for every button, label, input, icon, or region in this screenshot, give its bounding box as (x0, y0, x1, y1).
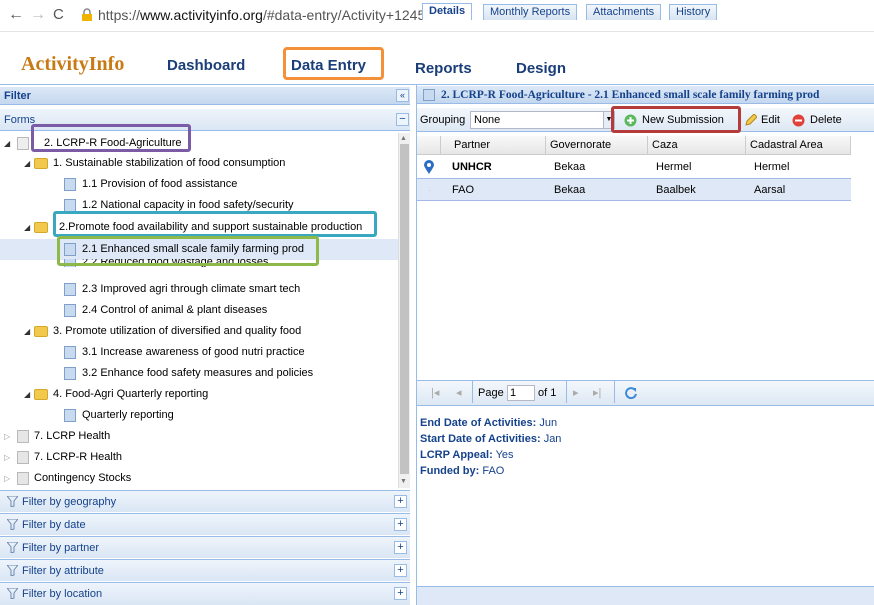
edit-button[interactable]: Edit (761, 114, 780, 126)
filter-title: Filter (4, 90, 31, 102)
cell-cadastral: Aarsal (754, 184, 786, 196)
grouping-label: Grouping (420, 114, 466, 126)
tree-item[interactable]: ◢ 4. Food-Agri Quarterly reporting (0, 384, 398, 405)
filter-by-geography[interactable]: Filter by geography + (0, 490, 410, 512)
cell-governorate: Bekaa (554, 184, 586, 196)
last-page-icon[interactable]: ▸| (593, 386, 601, 399)
form-icon (423, 89, 435, 101)
page-input[interactable]: 1 (507, 385, 535, 401)
tree-item[interactable]: 3.1 Increase awareness of good nutri pra… (0, 342, 398, 363)
reload-icon[interactable]: C (53, 6, 64, 24)
tree-item[interactable]: 2.3 Improved agri through climate smart … (0, 279, 398, 300)
tree-item[interactable]: 2.4 Control of animal & plant diseases (0, 300, 398, 321)
grid-header-governorate[interactable]: Governorate (546, 136, 648, 155)
grid-header-caza[interactable]: Caza (648, 136, 746, 155)
tree-item[interactable]: ▷ Contingency Stocks (0, 468, 398, 488)
detail-tabs (417, 586, 874, 605)
app-logo[interactable]: ActivityInfo (21, 53, 124, 76)
cell-governorate: Bekaa (554, 161, 586, 173)
page-label: Page (478, 387, 504, 399)
map-pin-icon (424, 160, 434, 174)
tree-item[interactable]: ◢ 3. Promote utilization of diversified a… (0, 321, 398, 342)
first-page-icon[interactable]: |◂ (431, 386, 439, 399)
expand-icon[interactable]: + (394, 564, 407, 577)
filter-by-partner[interactable]: Filter by partner + (0, 536, 410, 558)
expand-icon[interactable]: + (394, 541, 407, 554)
highlight-box-teal (53, 211, 377, 237)
funnel-icon (7, 496, 18, 507)
grouping-select[interactable]: None (470, 111, 613, 129)
nav-data-entry[interactable]: Data Entry (291, 57, 366, 74)
form-title: 2. LCRP-R Food-Agriculture - 2.1 Enhance… (441, 89, 820, 101)
next-page-icon[interactable]: ▸ (573, 386, 579, 399)
tab-monthly-reports[interactable]: Monthly Reports (483, 4, 578, 20)
pencil-icon (745, 114, 757, 126)
detail-row: Funded by: FAO (420, 465, 505, 477)
pager-divider (614, 381, 615, 403)
funnel-icon (7, 588, 18, 599)
filter-by-location[interactable]: Filter by location + (0, 582, 410, 605)
dot-icon: · (428, 185, 431, 195)
cell-caza: Baalbek (656, 184, 696, 196)
tab-details[interactable]: Details (422, 3, 473, 20)
cell-partner: UNHCR (452, 161, 492, 173)
cell-caza: Hermel (656, 161, 692, 173)
detail-row: End Date of Activities: Jun (420, 417, 558, 429)
forward-icon[interactable]: → (30, 6, 46, 24)
delete-icon (792, 114, 805, 127)
pager-divider (472, 381, 473, 403)
scroll-up-icon[interactable]: ▲ (400, 135, 407, 142)
prev-page-icon[interactable]: ◂ (456, 386, 462, 399)
cell-cadastral: Hermel (754, 161, 790, 173)
table-row-selected[interactable] (417, 178, 851, 201)
tree-item[interactable]: ▷ 7. LCRP-R Health (0, 447, 398, 468)
forms-tree: ◢ 2. LCRP-R Food-Agriculture ◢ 1. Sustaina… (0, 133, 398, 488)
tree-item[interactable]: 3.2 Enhance food safety measures and pol… (0, 363, 398, 384)
highlight-box-purple (31, 124, 191, 152)
nav-design[interactable]: Design (516, 60, 566, 77)
page-of-label: of 1 (538, 387, 557, 399)
tab-attachments[interactable]: Attachments (586, 4, 662, 20)
tree-item[interactable]: 1.1 Provision of food assistance (0, 174, 398, 195)
filter-by-date[interactable]: Filter by date + (0, 513, 410, 535)
forms-collapse-icon[interactable]: − (396, 113, 409, 126)
details-panel: End Date of Activities: Jun Start Date o… (420, 415, 561, 479)
grouping-value: None (474, 114, 501, 126)
tree-item[interactable]: Quarterly reporting (0, 405, 398, 426)
highlight-box-red (611, 106, 741, 133)
refresh-icon[interactable] (624, 386, 638, 400)
tab-history[interactable]: History (669, 4, 718, 20)
collapse-panel-icon[interactable]: « (396, 89, 409, 102)
grid-header-icon-col (417, 136, 441, 155)
filter-panel-header: Filter (0, 87, 410, 105)
grid-header-cadastral-area[interactable]: Cadastral Area (746, 136, 851, 155)
highlight-box-green (57, 236, 319, 266)
address-bar[interactable]: https://www.activityinfo.org/#data-entry… (98, 7, 433, 23)
tree-item[interactable]: ◢ 1. Sustainable stabilization of food co… (0, 153, 398, 174)
expand-icon[interactable]: + (394, 495, 407, 508)
filter-by-attribute[interactable]: Filter by attribute + (0, 559, 410, 581)
delete-button[interactable]: Delete (810, 114, 842, 126)
lock-icon (82, 8, 92, 21)
tree-item[interactable]: ▷ 7. LCRP Health (0, 426, 398, 447)
nav-dashboard[interactable]: Dashboard (167, 57, 245, 74)
expand-icon[interactable]: + (394, 518, 407, 531)
detail-row: Start Date of Activities: Jan (420, 433, 562, 445)
scroll-down-icon[interactable]: ▼ (400, 478, 407, 485)
grid-header-partner[interactable]: Partner (441, 136, 546, 155)
funnel-icon (7, 519, 18, 530)
funnel-icon (7, 565, 18, 576)
nav-reports[interactable]: Reports (415, 60, 472, 77)
pager-divider (566, 381, 567, 403)
funnel-icon (7, 542, 18, 553)
tree-scrollbar-thumb[interactable] (400, 144, 409, 474)
cell-partner: FAO (452, 184, 475, 196)
detail-row: LCRP Appeal: Yes (420, 449, 514, 461)
back-icon[interactable]: ← (8, 6, 24, 24)
forms-label: Forms (4, 114, 36, 126)
form-title-header: 2. LCRP-R Food-Agriculture - 2.1 Enhance… (417, 86, 874, 104)
expand-icon[interactable]: + (394, 587, 407, 600)
